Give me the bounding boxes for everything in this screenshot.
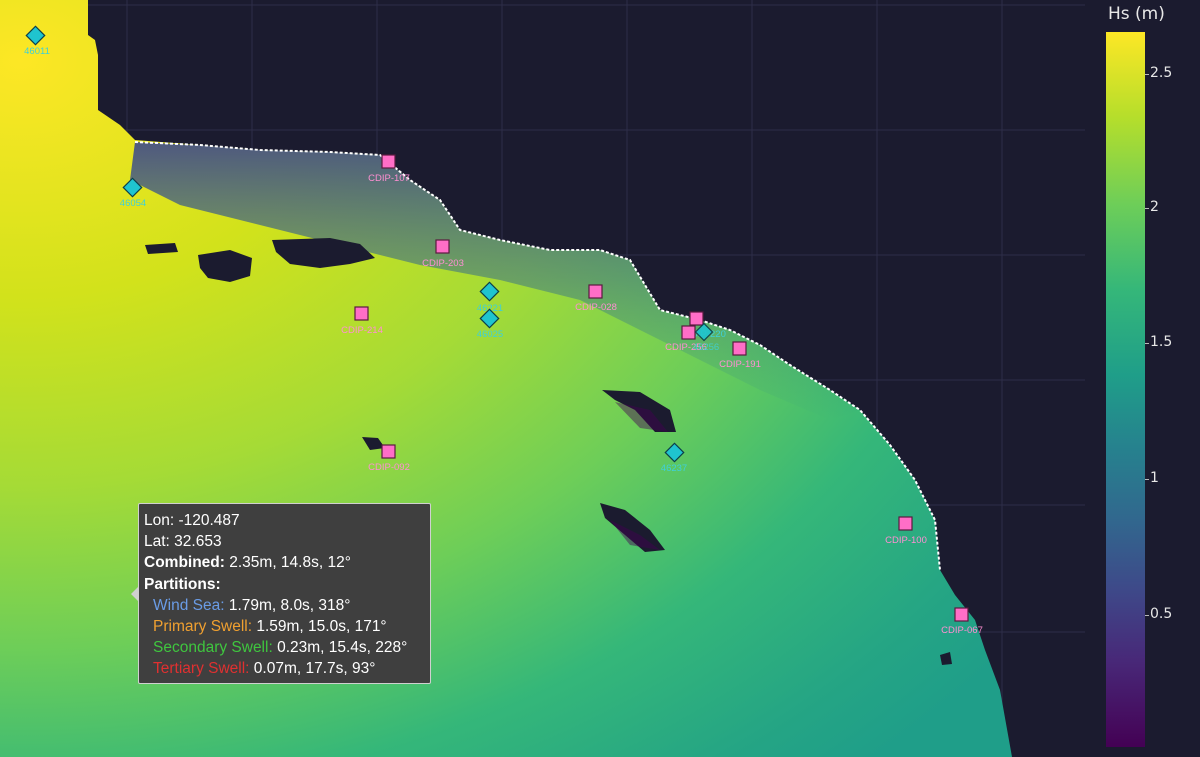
buoy-label: CDIP-100: [885, 535, 927, 546]
colorbar-tick: [1145, 74, 1149, 75]
tooltip-lon: Lon: -120.487: [144, 512, 240, 529]
colorbar-tick-label: 2: [1150, 199, 1159, 215]
tertiary-swell-label: Tertiary Swell:: [153, 660, 250, 678]
buoy-label: 46025: [477, 329, 503, 340]
buoy-label: 46237: [661, 463, 687, 474]
buoy-label: 46054: [120, 198, 146, 209]
colorbar-tick: [1145, 343, 1149, 344]
buoy-label: CDIP-028: [575, 302, 617, 313]
cdip-buoy-icon[interactable]: [689, 311, 704, 326]
combined-value: 2.35m, 14.8s, 12°: [224, 554, 351, 572]
buoy-label: CDIP-092: [368, 462, 410, 473]
buoy-label: CDIP-203: [422, 258, 464, 269]
cdip-buoy-icon[interactable]: [681, 325, 696, 340]
colorbar-tick-label: 0.5: [1150, 606, 1173, 622]
buoy-label: CDIP-191: [719, 359, 761, 370]
tooltip-tertiary-swell: Tertiary Swell: 0.07m, 17.7s, 93°: [144, 658, 425, 679]
colorbar-tick-label: 1: [1150, 470, 1159, 486]
secondary-swell-value: 0.23m, 15.4s, 228°: [272, 639, 408, 657]
cdip-buoy-icon[interactable]: [588, 284, 603, 299]
colorbar-gradient: [1106, 32, 1145, 747]
cdip-buoy-icon[interactable]: [732, 341, 747, 356]
cdip-buoy-icon[interactable]: [954, 607, 969, 622]
colorbar-tick: [1145, 208, 1149, 209]
tooltip-arrow: [131, 586, 139, 602]
buoy-label: CDIP-067: [941, 625, 983, 636]
cdip-buoy-icon[interactable]: [381, 444, 396, 459]
partitions-label: Partitions:: [144, 575, 221, 593]
wind-sea-value: 1.79m, 8.0s, 318°: [224, 596, 351, 614]
combined-label: Combined:: [144, 554, 225, 572]
wind-sea-label: Wind Sea:: [153, 596, 225, 614]
buoy-label: CDIP-214: [341, 325, 383, 336]
cdip-buoy-icon[interactable]: [898, 516, 913, 531]
tertiary-swell-value: 0.07m, 17.7s, 93°: [249, 660, 376, 678]
buoy-label: CDIP-107: [368, 173, 410, 184]
cdip-buoy-icon[interactable]: [435, 239, 450, 254]
buoy-label: 46011: [24, 46, 50, 57]
colorbar-tick-label: 2.5: [1150, 65, 1173, 81]
tooltip-lat: Lat: 32.653: [144, 533, 222, 551]
cdip-buoy-icon[interactable]: [381, 154, 396, 169]
colorbar-tick-label: 1.5: [1150, 334, 1173, 350]
hover-tooltip: Lon: -120.487 Lat: 32.653 Combined: 2.35…: [131, 503, 431, 684]
primary-swell-label: Primary Swell:: [153, 618, 253, 636]
buoy-label: 46256: [693, 342, 719, 353]
tooltip-secondary-swell: Secondary Swell: 0.23m, 15.4s, 228°: [144, 637, 425, 658]
colorbar-title: Hs (m): [1108, 4, 1165, 24]
colorbar-tick: [1145, 615, 1149, 616]
tooltip-combined: Combined: 2.35m, 14.8s, 12°: [144, 552, 425, 573]
cdip-buoy-icon[interactable]: [354, 306, 369, 321]
tooltip-wind-sea: Wind Sea: 1.79m, 8.0s, 318°: [144, 595, 425, 616]
tooltip-primary-swell: Primary Swell: 1.59m, 15.0s, 171°: [144, 616, 425, 637]
tooltip-partitions: Partitions:: [144, 574, 425, 595]
secondary-swell-label: Secondary Swell:: [153, 639, 273, 657]
colorbar-tick: [1145, 479, 1149, 480]
primary-swell-value: 1.59m, 15.0s, 171°: [252, 618, 387, 636]
